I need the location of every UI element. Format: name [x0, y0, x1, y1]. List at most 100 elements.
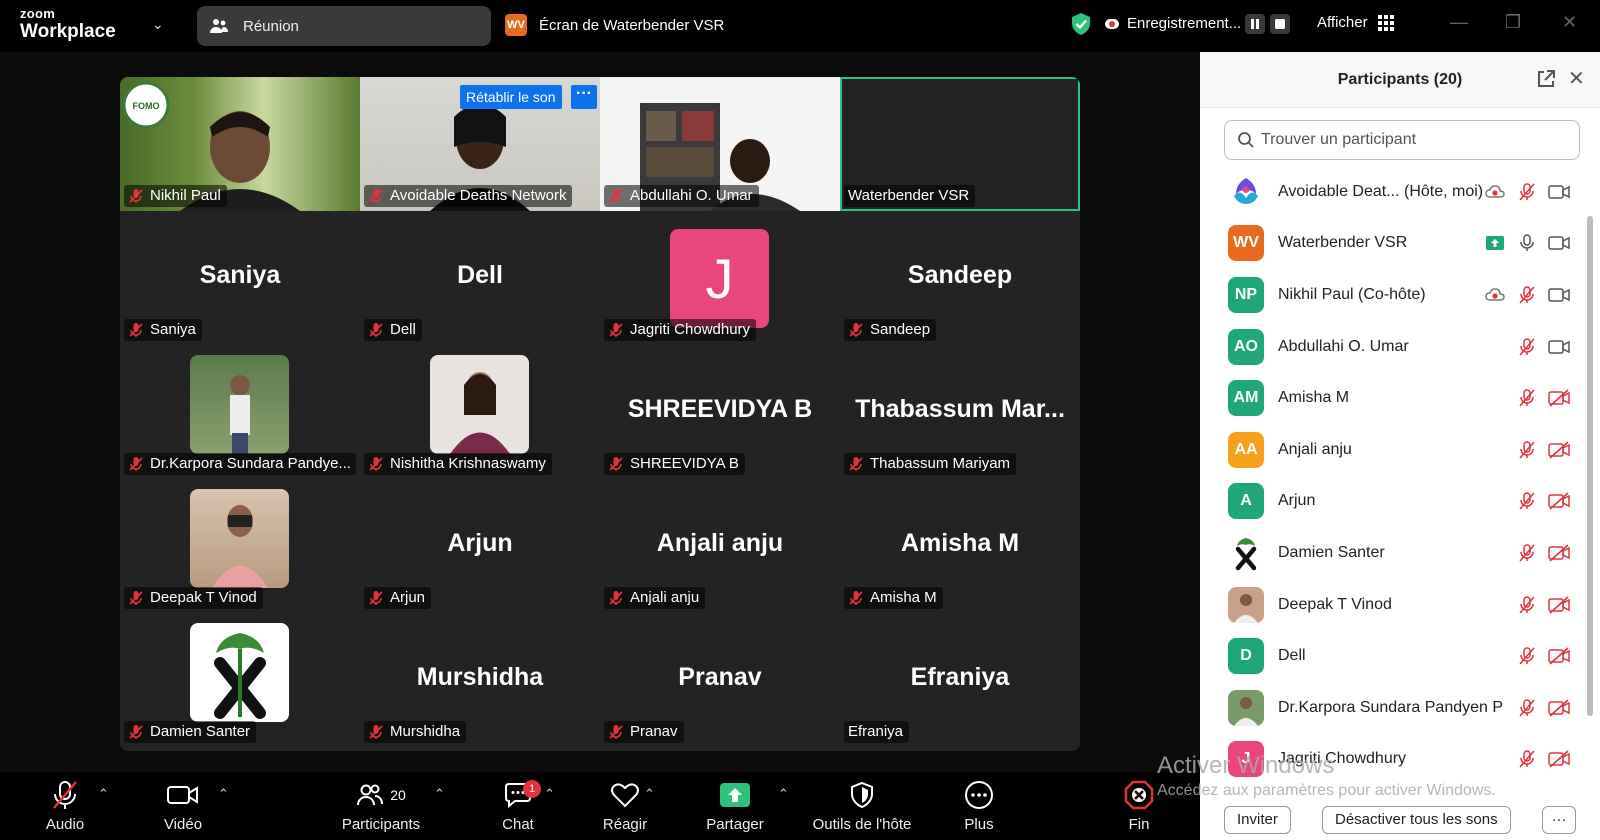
mic-muted-icon[interactable]	[1516, 542, 1538, 564]
popout-icon[interactable]	[1536, 69, 1556, 89]
participant-row[interactable]: AM Amisha M	[1200, 372, 1584, 424]
camera-off-icon[interactable]	[1548, 387, 1570, 409]
mic-muted-icon[interactable]	[1516, 697, 1538, 719]
participant-row[interactable]: Dr.Karpora Sundara Pandyen P	[1200, 682, 1584, 734]
audio-options-caret-icon[interactable]: ⌃	[98, 786, 109, 802]
participant-tile[interactable]: Anjali anju Anjali anju	[600, 479, 840, 613]
close-panel-icon[interactable]: ✕	[1568, 66, 1585, 91]
zoom-workplace-logo[interactable]: zoom Workplace	[20, 7, 116, 41]
participant-tile[interactable]: Dr.Karpora Sundara Pandye...	[120, 345, 360, 479]
panel-more-button[interactable]: ···	[1542, 806, 1576, 834]
chat-options-caret-icon[interactable]: ⌃	[544, 786, 555, 802]
camera-icon[interactable]	[1548, 336, 1570, 358]
participant-search-input[interactable]	[1261, 131, 1561, 149]
camera-off-icon[interactable]	[1548, 645, 1570, 667]
mic-muted-icon[interactable]	[1516, 594, 1538, 616]
participant-row[interactable]: AO Abdullahi O. Umar	[1200, 321, 1584, 373]
chat-button[interactable]: 1 Chat	[493, 778, 543, 833]
participant-row[interactable]: AA Anjali anju	[1200, 424, 1584, 476]
participant-tile[interactable]: Saniya Saniya	[120, 211, 360, 345]
shield-check-icon[interactable]	[1070, 12, 1092, 36]
recording-status[interactable]: Enregistrement...	[1105, 15, 1241, 32]
participant-row[interactable]: NP Nikhil Paul (Co-hôte)	[1200, 269, 1584, 321]
participant-name-bar: Anjali anju	[604, 587, 706, 609]
participant-name-bar: Dr.Karpora Sundara Pandye...	[124, 453, 356, 475]
participant-tile[interactable]: Dell Dell	[360, 211, 600, 345]
participant-row-name: Anjali anju	[1278, 440, 1352, 458]
scrollbar-thumb[interactable]	[1587, 216, 1593, 716]
participant-tile[interactable]: Murshidha Murshidha	[360, 613, 600, 747]
mic-muted-icon[interactable]	[1516, 336, 1538, 358]
audio-button[interactable]: Audio	[40, 778, 90, 833]
camera-icon[interactable]	[1548, 181, 1570, 203]
mic-muted-icon[interactable]	[1516, 439, 1538, 461]
more-button[interactable]: Plus	[954, 778, 1004, 833]
invite-button[interactable]: Inviter	[1224, 806, 1291, 834]
participant-name-bar: Dell	[364, 319, 422, 341]
participant-tile[interactable]: Nishitha Krishnaswamy	[360, 345, 600, 479]
host-tools-button[interactable]: Outils de l'hôte	[806, 778, 918, 833]
mic-muted-icon[interactable]	[1516, 748, 1538, 770]
camera-off-icon[interactable]	[1548, 490, 1570, 512]
participant-row[interactable]: J Jagriti Chowdhury	[1200, 734, 1584, 786]
participant-tile[interactable]: Damien Santer	[120, 613, 360, 747]
tab-screen-share[interactable]: WV Écran de Waterbender VSR	[505, 14, 724, 36]
mic-muted-icon[interactable]	[1516, 284, 1538, 306]
end-meeting-button[interactable]: Fin	[1116, 778, 1162, 833]
share-options-caret-icon[interactable]: ⌃	[778, 786, 789, 802]
camera-off-icon[interactable]	[1548, 697, 1570, 719]
mic-muted-icon[interactable]	[1516, 181, 1538, 203]
participant-status-icons	[1516, 424, 1570, 476]
view-button[interactable]: Afficher	[1317, 14, 1394, 31]
participant-tile[interactable]: Amisha M Amisha M	[840, 479, 1080, 613]
close-window-icon[interactable]: ✕	[1562, 12, 1577, 33]
camera-off-icon[interactable]	[1548, 594, 1570, 616]
stop-recording-button[interactable]	[1270, 14, 1290, 34]
video-button[interactable]: Vidéo	[158, 778, 208, 833]
participant-row[interactable]: Avoidable Deat... (Hôte, moi)	[1200, 166, 1584, 218]
participant-row[interactable]: Damien Santer	[1200, 527, 1584, 579]
participant-tile[interactable]: Sandeep Sandeep	[840, 211, 1080, 345]
participant-row[interactable]: A Arjun	[1200, 476, 1584, 528]
participant-name: Waterbender VSR	[848, 187, 970, 204]
minimize-icon[interactable]: —	[1450, 12, 1468, 33]
mic-muted-icon[interactable]	[1516, 490, 1538, 512]
participant-tile[interactable]: Efraniya Efraniya	[840, 613, 1080, 747]
tab-meeting[interactable]: Réunion	[197, 6, 491, 46]
tile-more-button[interactable]: ···	[571, 85, 597, 109]
mic-muted-icon[interactable]	[1516, 387, 1538, 409]
participant-tile[interactable]: Deepak T Vinod	[120, 479, 360, 613]
participants-scrollbar[interactable]	[1586, 166, 1594, 806]
end-icon	[1124, 780, 1154, 810]
video-tile[interactable]: FOMO Nikhil Paul	[120, 77, 360, 211]
participant-row[interactable]: D Dell	[1200, 630, 1584, 682]
camera-icon[interactable]	[1548, 232, 1570, 254]
camera-off-icon[interactable]	[1548, 542, 1570, 564]
participant-tile[interactable]: J Jagriti Chowdhury	[600, 211, 840, 345]
mute-all-button[interactable]: Désactiver tous les sons	[1322, 806, 1511, 834]
participant-row[interactable]: WV Waterbender VSR	[1200, 218, 1584, 270]
chevron-down-icon[interactable]: ⌄	[152, 16, 164, 33]
restore-icon[interactable]: ❐	[1505, 12, 1521, 33]
unmute-request-button[interactable]: Rétablir le son	[460, 85, 562, 109]
camera-off-icon[interactable]	[1548, 748, 1570, 770]
react-options-caret-icon[interactable]: ⌃	[644, 786, 655, 802]
video-tile[interactable]: Abdullahi O. Umar	[600, 77, 840, 211]
participant-tile[interactable]: Thabassum Mar... Thabassum Mariyam	[840, 345, 1080, 479]
participants-button[interactable]: 20 Participants	[338, 778, 424, 833]
pause-recording-button[interactable]	[1245, 14, 1265, 34]
mic-icon[interactable]	[1516, 232, 1538, 254]
participant-row[interactable]: Deepak T Vinod	[1200, 579, 1584, 631]
share-button[interactable]: Partager	[700, 778, 770, 833]
participant-tile[interactable]: Arjun Arjun	[360, 479, 600, 613]
video-options-caret-icon[interactable]: ⌃	[218, 786, 229, 802]
camera-off-icon[interactable]	[1548, 439, 1570, 461]
mic-muted-icon[interactable]	[1516, 645, 1538, 667]
participant-tile[interactable]: Pranav Pranav	[600, 613, 840, 747]
video-tile-active-speaker[interactable]: Waterbender VSR	[840, 77, 1080, 211]
participant-search[interactable]	[1224, 120, 1580, 160]
camera-icon[interactable]	[1548, 284, 1570, 306]
video-tile[interactable]: Rétablir le son ··· Avoidable Deaths Net…	[360, 77, 600, 211]
participant-tile[interactable]: SHREEVIDYA B SHREEVIDYA B	[600, 345, 840, 479]
participants-options-caret-icon[interactable]: ⌃	[434, 786, 445, 802]
